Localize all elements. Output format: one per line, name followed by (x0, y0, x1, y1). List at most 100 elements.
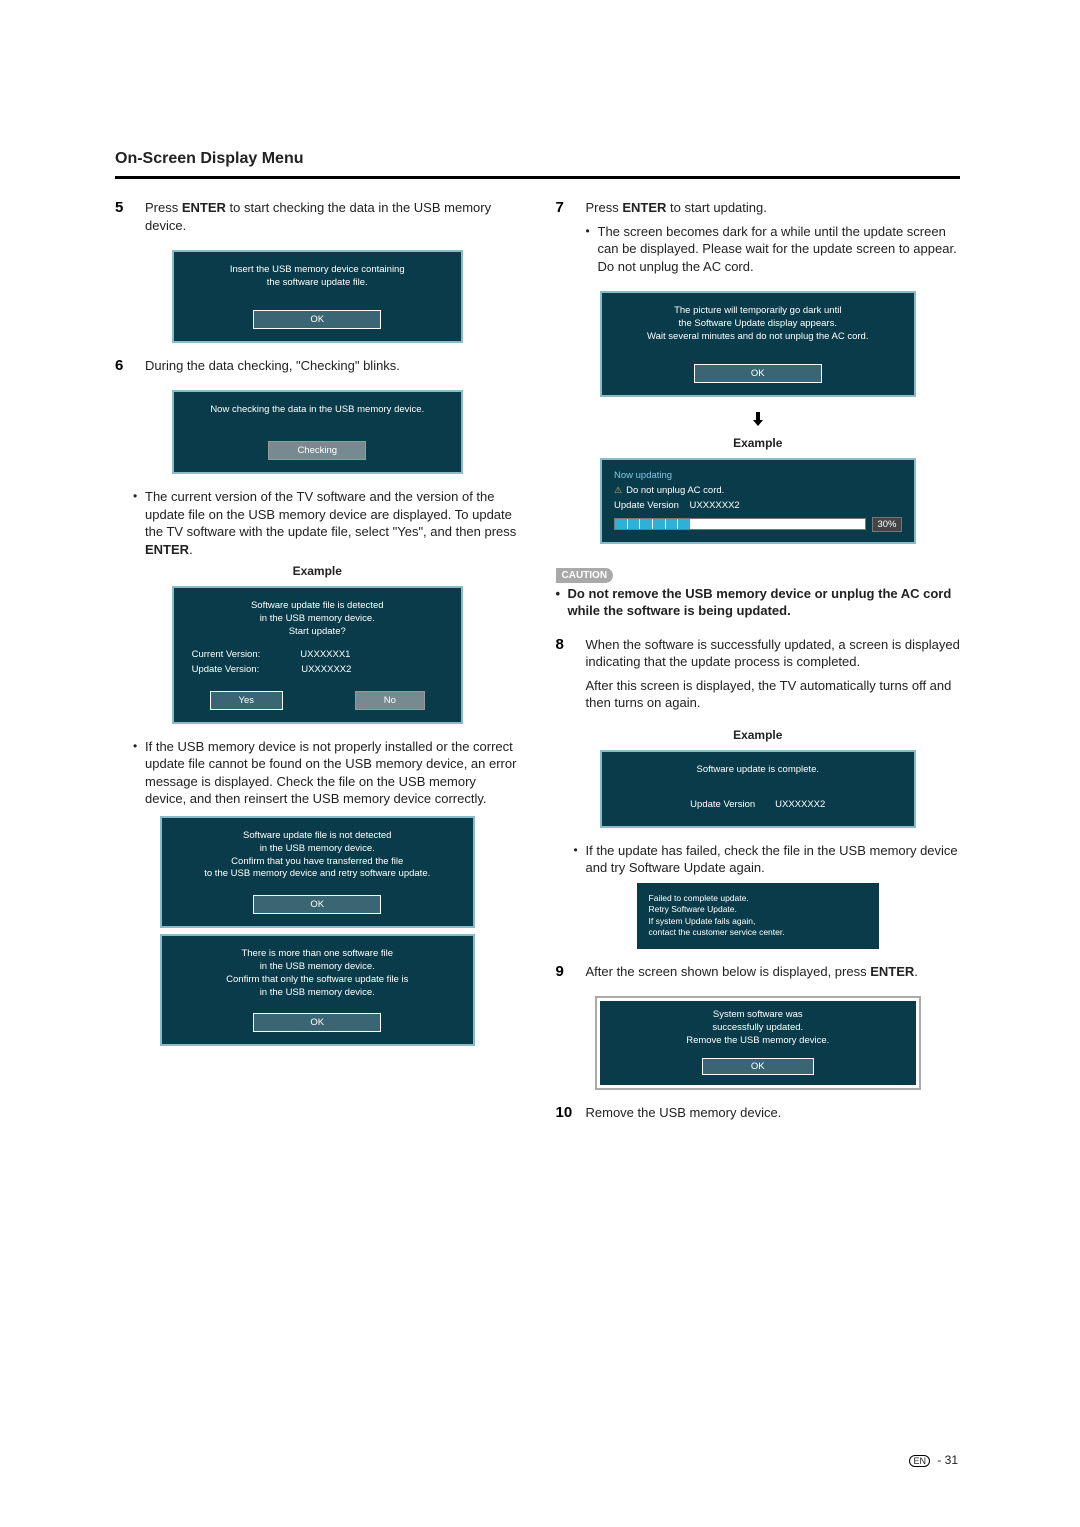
step-body: Press ENTER to start updating. • The scr… (586, 199, 961, 281)
dialog-failed: Failed to complete update. Retry Softwar… (637, 883, 879, 949)
dialog-update-detected: Software update file is detected in the … (172, 586, 463, 723)
caution-text: • Do not remove the USB memory device or… (556, 585, 961, 620)
ok-button[interactable]: OK (253, 895, 381, 914)
dialog-message: Software update file is detected in the … (184, 600, 451, 638)
no-button[interactable]: No (355, 691, 425, 710)
step-number: 8 (556, 636, 576, 718)
left-column: 5 Press ENTER to start checking the data… (115, 199, 520, 1137)
bullet-item: • If the update has failed, check the fi… (574, 842, 961, 877)
dialog-go-dark: The picture will temporarily go dark unt… (600, 291, 916, 396)
dialog-panel: The picture will temporarily go dark unt… (600, 291, 916, 396)
version-row: Update Version UXXXXXX2 (612, 799, 904, 810)
dialog-panel: Insert the USB memory device containing … (172, 250, 463, 343)
step-7: 7 Press ENTER to start updating. • The s… (556, 199, 961, 281)
step-body: When the software is successfully update… (586, 636, 961, 718)
step-body: During the data checking, "Checking" bli… (145, 357, 520, 381)
dialog-panel: Now checking the data in the USB memory … (172, 390, 463, 474)
step-body: After the screen shown below is displaye… (586, 963, 961, 987)
button-row: Checking (184, 441, 451, 460)
dialog-message: Insert the USB memory device containing … (184, 264, 451, 290)
checking-button[interactable]: Checking (268, 441, 366, 460)
step-10: 10 Remove the USB memory device. (556, 1104, 961, 1128)
dialog-message: System software was successfully updated… (610, 1009, 906, 1047)
right-column: 7 Press ENTER to start updating. • The s… (556, 199, 961, 1137)
step-text: When the software is successfully update… (586, 636, 961, 671)
warning-label: Do not unplug AC cord. (614, 485, 902, 496)
bullet-text: The screen becomes dark for a while unti… (598, 223, 961, 276)
ok-button[interactable]: OK (694, 364, 822, 383)
yes-button[interactable]: Yes (210, 691, 284, 710)
progress-row: 30% (614, 517, 902, 532)
bullet-dot: • (133, 488, 139, 558)
button-row: OK (184, 310, 451, 329)
progress-bar (614, 518, 866, 530)
version-row: Update Version UXXXXXX2 (614, 500, 902, 511)
dialog-success: System software was successfully updated… (600, 1001, 916, 1084)
version-rows: Current Version:UXXXXXX1 Update Version:… (184, 649, 451, 675)
dialog-checking: Now checking the data in the USB memory … (172, 390, 463, 474)
step-5: 5 Press ENTER to start checking the data… (115, 199, 520, 240)
dialog-message: Now checking the data in the USB memory … (184, 404, 451, 417)
button-row: OK (612, 364, 904, 383)
divider (115, 176, 960, 179)
step-text: After the screen shown below is displaye… (586, 963, 961, 981)
step-number: 10 (556, 1104, 576, 1128)
lang-badge: EN (909, 1455, 930, 1467)
arrow-down-icon (556, 411, 961, 430)
dialog-message: There is more than one software file in … (172, 948, 464, 999)
dialog-panel: Software update is complete. Update Vers… (600, 750, 916, 828)
button-row: Yes No (184, 691, 451, 710)
bullet-item: • The current version of the TV software… (133, 488, 520, 558)
ok-button[interactable]: OK (253, 310, 381, 329)
step-text: Press ENTER to start updating. (586, 199, 961, 217)
dialog-panel: Software update file is not detected in … (160, 816, 476, 928)
page: On-Screen Display Menu 5 Press ENTER to … (0, 0, 1080, 1527)
bullet-item: • If the USB memory device is not proper… (133, 738, 520, 808)
tv-frame: System software was successfully updated… (595, 996, 921, 1089)
dialog-now-updating: Now updating Do not unplug AC cord. Upda… (600, 458, 916, 544)
bullet-text: The current version of the TV software a… (145, 488, 520, 558)
dialog-not-detected: Software update file is not detected in … (160, 816, 476, 928)
step-9: 9 After the screen shown below is displa… (556, 963, 961, 987)
page-number: EN - 31 (909, 1453, 958, 1467)
page-title: On-Screen Display Menu (115, 150, 960, 168)
dialog-more-than-one: There is more than one software file in … (160, 934, 476, 1046)
bullet-dot: • (556, 585, 562, 620)
step-text: After this screen is displayed, the TV a… (586, 677, 961, 712)
step-body: Press ENTER to start checking the data i… (145, 199, 520, 240)
dialog-panel: There is more than one software file in … (160, 934, 476, 1046)
dialog-message: Software update is complete. (612, 764, 904, 777)
now-updating-label: Now updating (614, 470, 902, 481)
button-row: OK (172, 895, 464, 914)
step-number: 5 (115, 199, 135, 240)
dialog-message: The picture will temporarily go dark unt… (612, 305, 904, 343)
dialog-insert-usb: Insert the USB memory device containing … (172, 250, 463, 343)
caution-tag: CAUTION (556, 568, 614, 583)
dialog-panel: Now updating Do not unplug AC cord. Upda… (600, 458, 916, 544)
button-row: OK (172, 1013, 464, 1032)
step-number: 6 (115, 357, 135, 381)
bullet-item: • The screen becomes dark for a while un… (586, 223, 961, 276)
bullet-dot: • (574, 842, 580, 877)
step-text: Remove the USB memory device. (586, 1104, 961, 1122)
bullet-text: If the USB memory device is not properly… (145, 738, 520, 808)
ok-button[interactable]: OK (702, 1058, 814, 1075)
dialog-update-complete: Software update is complete. Update Vers… (600, 750, 916, 828)
dialog-panel: Software update file is detected in the … (172, 586, 463, 723)
columns: 5 Press ENTER to start checking the data… (115, 199, 960, 1137)
dialog-message: Software update file is not detected in … (172, 830, 464, 881)
bullet-dot: • (133, 738, 139, 808)
step-body: Remove the USB memory device. (586, 1104, 961, 1128)
ok-button[interactable]: OK (253, 1013, 381, 1032)
example-label: Example (556, 436, 961, 450)
step-number: 7 (556, 199, 576, 281)
step-number: 9 (556, 963, 576, 987)
step-8: 8 When the software is successfully upda… (556, 636, 961, 718)
step-text: Press ENTER to start checking the data i… (145, 199, 520, 234)
example-label: Example (556, 728, 961, 742)
step-6: 6 During the data checking, "Checking" b… (115, 357, 520, 381)
progress-percent: 30% (872, 517, 901, 532)
bullet-text: If the update has failed, check the file… (586, 842, 961, 877)
example-label: Example (115, 564, 520, 578)
bullet-dot: • (586, 223, 592, 276)
